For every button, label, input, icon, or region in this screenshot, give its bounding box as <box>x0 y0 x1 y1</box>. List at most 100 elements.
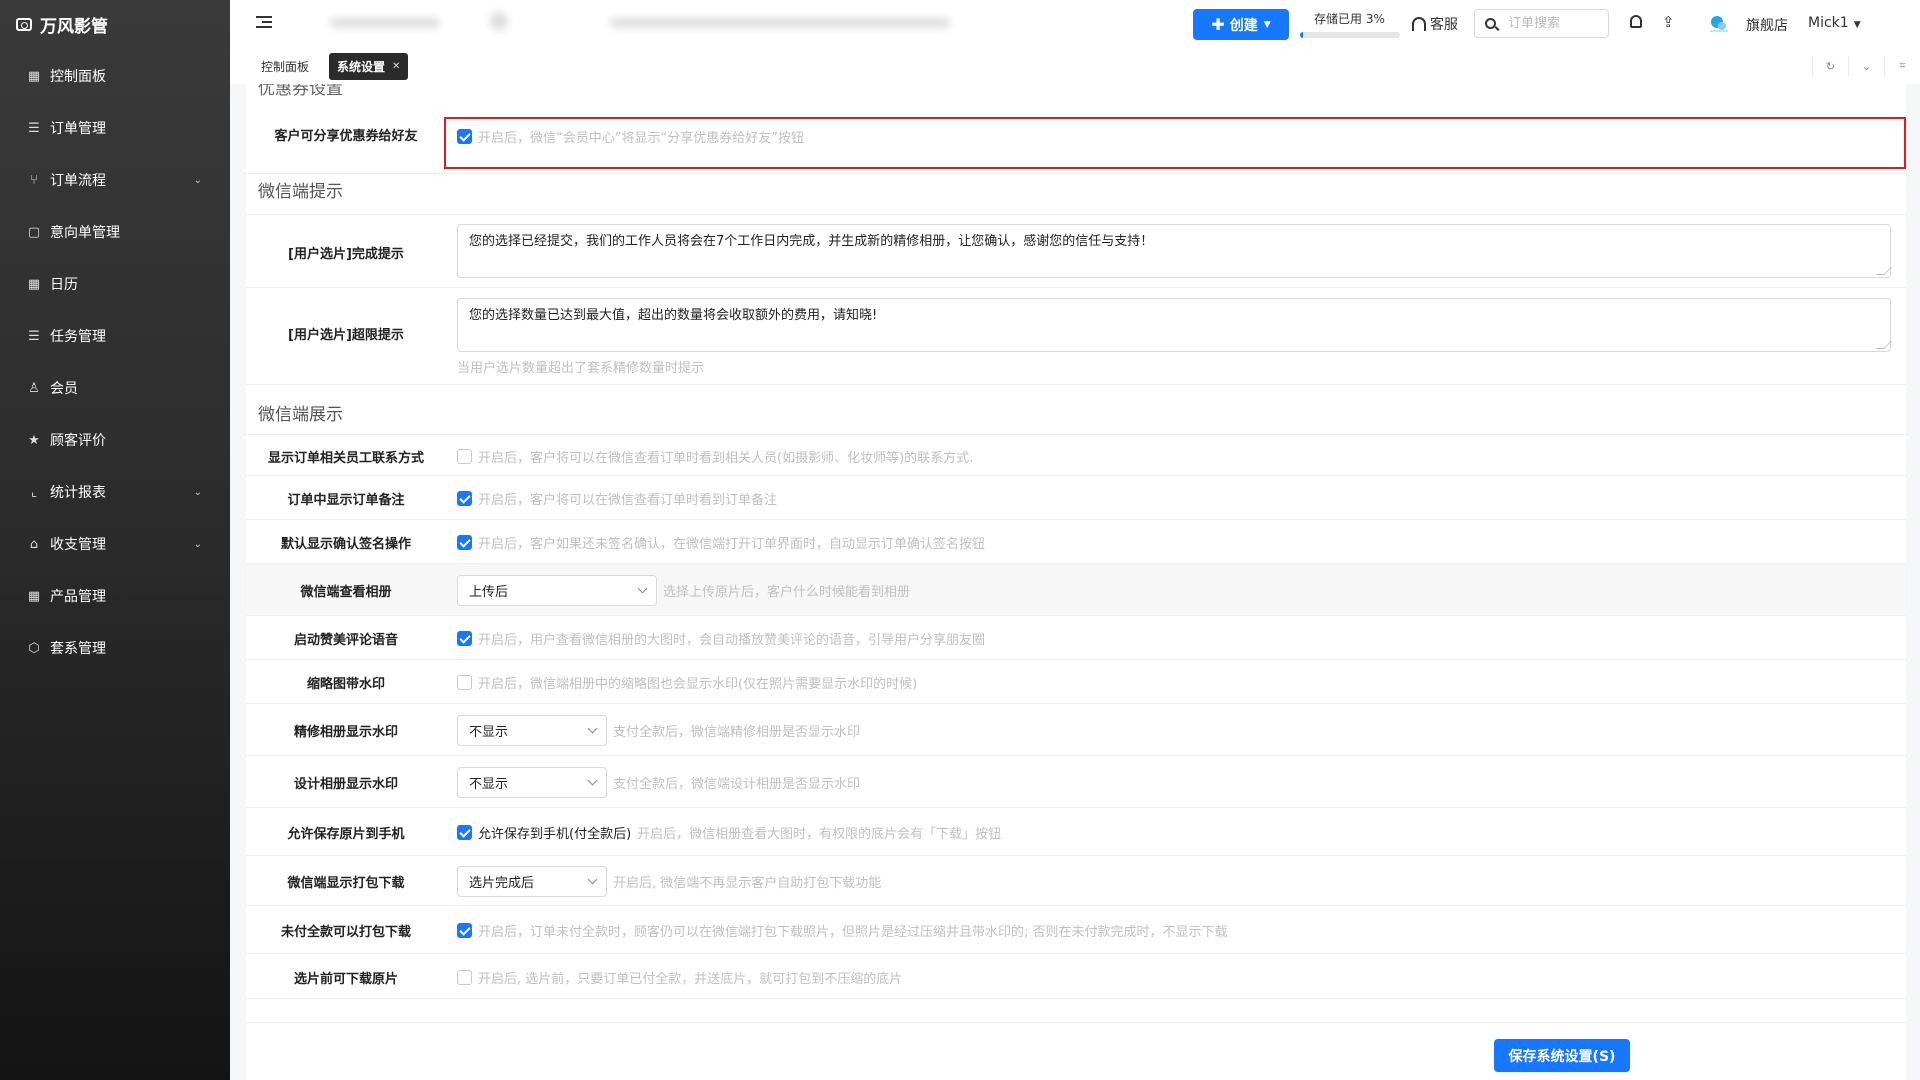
sidebar-item-label: 统计报表 <box>50 485 106 501</box>
sidebar-item-0[interactable]: ▦ 控制面板 <box>0 50 230 102</box>
row-hint: 支付全款后，微信端精修相册是否显示水印 <box>613 724 861 740</box>
row-label: 未付全款可以打包下载 <box>280 925 411 940</box>
sidebar-item-8[interactable]: ⌞ 统计报表 ⌄ <box>0 466 230 518</box>
sidebar-item-label: 会员 <box>50 381 78 397</box>
list-icon: ☰ <box>28 120 40 136</box>
save-settings-button[interactable]: 保存系统设置(S) <box>1494 1039 1630 1072</box>
setting-checkbox[interactable] <box>457 630 472 646</box>
resize-grip-icon[interactable] <box>1876 267 1892 275</box>
task-icon: ☰ <box>28 328 40 344</box>
sidebar-item-9[interactable]: ⌂ 收支管理 ⌄ <box>0 518 230 570</box>
fullscreen-icon[interactable]: ⌗ <box>1884 56 1920 76</box>
sidebar-item-4[interactable]: ▦ 日历 <box>0 258 230 310</box>
setting-select[interactable]: 上传后 <box>457 574 657 606</box>
setting-select[interactable]: 不显示 <box>457 714 607 746</box>
setting-checkbox[interactable] <box>457 448 472 464</box>
setting-row: 选片前可下载原片 开启后, 选片前，只要订单已付全款，并送底片，就可打包到不压缩… <box>246 954 1906 999</box>
setting-row: 订单中显示订单备注 开启后，客户将可以在微信查看订单时看到订单备注 <box>246 476 1906 520</box>
row-value: 不显示 支付全款后，微信端精修相册是否显示水印 <box>457 714 860 746</box>
textarea-value: 您的选择数量已达到最大值，超出的数量将会收取额外的费用，请知晓! <box>469 308 878 323</box>
sidebar-item-10[interactable]: ▦ 产品管理 <box>0 570 230 622</box>
row-value: 选片完成后 开启后, 微信端不再显示客户自助打包下载功能 <box>457 865 881 897</box>
sidebar-item-label: 订单流程 <box>50 173 106 189</box>
row-value: 开启后，微信端相册中的缩略图也会显示水印(仅在照片需要显示水印的时候) <box>457 674 917 692</box>
section-title-wechat-display: 微信端展示 <box>258 405 343 425</box>
select-value: 选片完成后 <box>469 875 535 891</box>
sidebar-item-label: 控制面板 <box>50 69 106 85</box>
setting-checkbox[interactable] <box>457 922 472 938</box>
row-label: 客户可分享优惠券给好友 <box>274 129 418 144</box>
section-title-coupon: 优惠券设置 <box>258 84 343 99</box>
row-hint: 开启后，用户查看微信相册的大图时，会自动播放赞美评论的语音，引导用户分享朋友圈 <box>478 632 986 648</box>
product-icon: ▦ <box>27 588 41 604</box>
chevron-down-icon <box>637 583 648 593</box>
bell-icon[interactable] <box>1630 15 1642 28</box>
create-button[interactable]: ✚ 创建 ▼ <box>1193 9 1289 40</box>
tab-label: 控制面板 <box>261 60 310 74</box>
tab-dashboard[interactable]: 控制面板 <box>253 53 318 80</box>
setting-checkbox[interactable] <box>457 490 472 506</box>
setting-row: 精修相册显示水印 不显示 支付全款后，微信端精修相册是否显示水印 <box>246 704 1906 756</box>
limit-tip-textarea[interactable]: 您的选择数量已达到最大值，超出的数量将会收取额外的费用，请知晓! <box>457 298 1892 352</box>
settings-content: 优惠券设置 客户可分享优惠券给好友 开启后，微信“会员中心”将显示“分享优惠券给… <box>246 84 1906 1080</box>
complete-tip-textarea[interactable]: 您的选择已经提交，我们的工作人员将会在7个工作日内完成，并生成新的精修相册，让您… <box>457 224 1892 278</box>
row-label: 设计相册显示水印 <box>293 777 398 792</box>
star-icon: ★ <box>28 432 40 448</box>
upload-icon[interactable]: ⇪ <box>1662 13 1675 31</box>
setting-row: 启动赞美评论语音 开启后，用户查看微信相册的大图时，会自动播放赞美评论的语音，引… <box>246 616 1906 660</box>
package-icon: ⬡ <box>28 640 40 656</box>
setting-row: 设计相册显示水印 不显示 支付全款后，微信端设计相册是否显示水印 <box>246 756 1906 808</box>
setting-select[interactable]: 不显示 <box>457 766 607 798</box>
row-hint: 开启后，订单未付全款时，顾客仍可以在微信端打包下载照片，但照片是经过压缩并且带水… <box>478 924 1228 940</box>
refresh-icon[interactable]: ↻ <box>1812 56 1848 76</box>
checkbox-label: 允许保存到手机(付全款后) <box>478 826 632 842</box>
user-menu[interactable]: Mick1 ▼ <box>1808 15 1861 31</box>
divider <box>246 434 1906 435</box>
setting-checkbox[interactable] <box>457 674 472 690</box>
limit-tip-row: [用户选片]超限提示 您的选择数量已达到最大值，超出的数量将会收取额外的费用，请… <box>246 289 1906 385</box>
setting-checkbox[interactable] <box>457 534 472 550</box>
setting-checkbox[interactable] <box>457 969 472 985</box>
order-search[interactable] <box>1474 9 1609 38</box>
sidebar-item-2[interactable]: ⑂ 订单流程 ⌄ <box>0 154 230 206</box>
store-name[interactable]: 旗舰店 <box>1746 15 1788 35</box>
row-hint: 开启后，客户将可以在微信查看订单时看到订单备注 <box>478 492 778 508</box>
chevron-down-icon: ▼ <box>1263 19 1271 30</box>
chevron-down-icon: ⌄ <box>193 174 202 186</box>
select-value: 不显示 <box>469 776 509 792</box>
storage-label: 存储已用 3% <box>1314 12 1385 26</box>
blurred-header-region <box>290 10 1110 38</box>
row-label: [用户选片]完成提示 <box>288 247 404 262</box>
brand[interactable]: 万风影管 <box>0 0 230 48</box>
row-hint: 开启后，客户将可以在微信查看订单时看到相关人员(如摄影师、化妆师等)的联系方式. <box>478 450 974 466</box>
sidebar-item-label: 任务管理 <box>50 329 106 345</box>
resize-grip-icon[interactable] <box>1876 341 1892 349</box>
close-icon[interactable]: ✕ <box>392 61 400 72</box>
row-value: 开启后，客户将可以在微信查看订单时看到相关人员(如摄影师、化妆师等)的联系方式. <box>457 448 974 466</box>
storage-progress-fill <box>1300 32 1303 38</box>
chart-icon: ⌞ <box>30 484 38 500</box>
select-value: 上传后 <box>469 584 509 600</box>
sidebar-item-11[interactable]: ⬡ 套系管理 <box>0 622 230 674</box>
row-label: 默认显示确认签名操作 <box>280 537 411 552</box>
sidebar-item-1[interactable]: ☰ 订单管理 <box>0 102 230 154</box>
sidebar-item-label: 产品管理 <box>50 589 106 605</box>
top-header: ✚ 创建 ▼ 存储已用 3% 客服 ⇪ 旗舰店 Mick1 ▼ <box>230 0 1920 48</box>
row-value: 不显示 支付全款后，微信端设计相册是否显示水印 <box>457 766 860 798</box>
setting-checkbox[interactable] <box>457 824 472 840</box>
setting-select[interactable]: 选片完成后 <box>457 865 607 897</box>
sidebar-item-label: 订单管理 <box>50 121 106 137</box>
menu-toggle-icon[interactable] <box>256 16 272 30</box>
sidebar-item-3[interactable]: ▢ 意向单管理 <box>0 206 230 258</box>
setting-row: 显示订单相关员工联系方式 开启后，客户将可以在微信查看订单时看到相关人员(如摄影… <box>246 436 1906 476</box>
sidebar-item-5[interactable]: ☰ 任务管理 <box>0 310 230 362</box>
chevron-down-icon[interactable]: ⌄ <box>1848 56 1884 76</box>
tab-system-settings[interactable]: 系统设置 ✕ <box>329 53 409 80</box>
tab-tools: ↻ ⌄ ⌗ <box>1812 56 1920 76</box>
flow-icon: ⑂ <box>30 172 38 188</box>
customer-service-button[interactable]: 客服 <box>1412 14 1458 34</box>
setting-row: 微信端查看相册 上传后 选择上传原片后，客户什么时候能看到相册 <box>246 564 1906 616</box>
order-search-input[interactable] <box>1508 16 1598 31</box>
sidebar-item-6[interactable]: ♙ 会员 <box>0 362 230 414</box>
sidebar-item-7[interactable]: ★ 顾客评价 <box>0 414 230 466</box>
